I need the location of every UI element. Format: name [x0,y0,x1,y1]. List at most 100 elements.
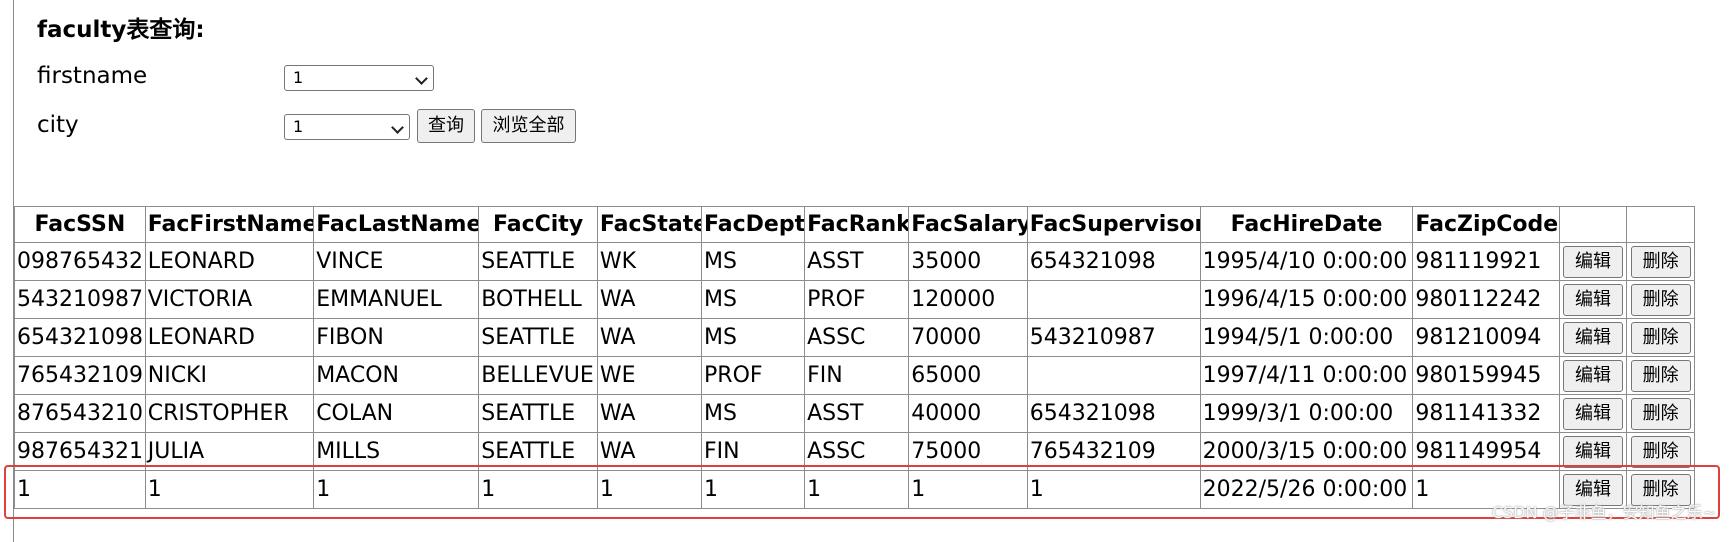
edit-button[interactable]: 编辑 [1562,245,1623,278]
chevron-down-icon [415,72,428,85]
cell-facfirstname: CRISTOPHER [144,394,315,433]
header-facfirstname: FacFirstName [144,206,315,243]
cell-faczipcode: 981141332 [1412,394,1560,433]
edit-button[interactable]: 编辑 [1562,283,1623,316]
cell-facsalary: 120000 [908,280,1028,319]
header-fachiredate: FacHireDate [1199,206,1414,243]
cell-fachiredate: 1997/4/11 0:00:00 [1199,356,1414,395]
delete-button[interactable]: 删除 [1630,435,1691,468]
edit-button[interactable]: 编辑 [1562,397,1623,430]
firstname-label: firstname [37,63,148,89]
header-edit-column [1558,206,1628,243]
table-row: 098765432 LEONARD VINCE SEATTLE WK MS ASST 3500… [14,242,1695,281]
cell-facssn: 876543210 [14,394,146,433]
cell-facsupervisor [1026,356,1201,395]
cell-facdept: MS [701,318,806,357]
table-row: 543210987 VICTORIA EMMANUEL BOTHELL WA MS PROF… [14,280,1695,319]
cell-faczipcode: 980112242 [1412,280,1560,319]
cell-faclastname: VINCE [313,242,480,281]
cell-facdept: MS [701,280,806,319]
faculty-table: FacSSN FacFirstName FacLastName FacCity … [14,206,1695,509]
cell-facdept: PROF [701,356,806,395]
cell-faccity: BELLEVUE [478,356,598,395]
cell-faczipcode: 981210094 [1412,318,1560,357]
cell-faclastname: MACON [313,356,480,395]
cell-facssn: 765432109 [14,356,146,395]
cell-facfirstname: LEONARD [144,318,315,357]
table-row: 987654321 JULIA MILLS SEATTLE WA FIN ASSC 75000… [14,432,1695,471]
cell-facfirstname: LEONARD [144,242,315,281]
cell-facsupervisor: 654321098 [1026,242,1201,281]
cell-delete: 删除 [1626,432,1695,471]
cell-faccity: SEATTLE [478,318,598,357]
header-facsalary: FacSalary [908,206,1028,243]
cell-facstate: WA [596,318,703,357]
cell-fachiredate: 2022/5/26 0:00:00 [1199,470,1414,509]
cell-facstate: WA [596,432,703,471]
cell-facrank: ASST [804,242,910,281]
cell-facrank: FIN [804,356,910,395]
cell-edit: 编辑 [1558,242,1628,281]
cell-facfirstname: 1 [144,470,315,509]
header-facsupervisor: FacSupervisor [1026,206,1201,243]
header-delete-column [1626,206,1695,243]
delete-button[interactable]: 删除 [1630,397,1691,430]
cell-facfirstname: JULIA [144,432,315,471]
table-row: 765432109 NICKI MACON BELLEVUE WE PROF FIN 6500… [14,356,1695,395]
cell-facdept: MS [701,242,806,281]
delete-button[interactable]: 删除 [1630,321,1691,354]
cell-faclastname: 1 [313,470,480,509]
cell-delete: 删除 [1626,242,1695,281]
cell-facsupervisor [1026,280,1201,319]
cell-facstate: WA [596,280,703,319]
table-row: 654321098 LEONARD FIBON SEATTLE WA MS ASSC 7000… [14,318,1695,357]
cell-faccity: SEATTLE [478,432,598,471]
cell-edit: 编辑 [1558,432,1628,471]
cell-facsupervisor: 543210987 [1026,318,1201,357]
delete-button[interactable]: 删除 [1630,283,1691,316]
cell-faclastname: COLAN [313,394,480,433]
page-title: faculty表查询: [37,17,205,43]
cell-facfirstname: NICKI [144,356,315,395]
cell-facrank: ASSC [804,318,910,357]
cell-edit: 编辑 [1558,318,1628,357]
cell-facsalary: 65000 [908,356,1028,395]
cell-facssn: 654321098 [14,318,146,357]
cell-facdept: FIN [701,432,806,471]
cell-fachiredate: 1994/5/1 0:00:00 [1199,318,1414,357]
city-label: city [37,112,79,138]
browse-all-button[interactable]: 浏览全部 [481,109,576,143]
edit-button[interactable]: 编辑 [1562,321,1623,354]
table-header-row: FacSSN FacFirstName FacLastName FacCity … [14,206,1695,243]
header-facstate: FacState [596,206,703,243]
cell-facsupervisor: 654321098 [1026,394,1201,433]
cell-facsalary: 75000 [908,432,1028,471]
firstname-select[interactable]: 1 [284,65,434,91]
header-faccity: FacCity [478,206,598,243]
delete-button[interactable]: 删除 [1630,359,1691,392]
cell-fachiredate: 1999/3/1 0:00:00 [1199,394,1414,433]
cell-delete: 删除 [1626,280,1695,319]
delete-button[interactable]: 删除 [1630,245,1691,278]
edit-button[interactable]: 编辑 [1562,435,1623,468]
header-facrank: FacRank [804,206,910,243]
cell-facssn: 098765432 [14,242,146,281]
city-select[interactable]: 1 [284,114,410,140]
cell-faclastname: MILLS [313,432,480,471]
cell-facrank: ASSC [804,432,910,471]
cell-facstate: 1 [596,470,703,509]
cell-facrank: ASST [804,394,910,433]
cell-fachiredate: 1995/4/10 0:00:00 [1199,242,1414,281]
cell-delete: 删除 [1626,356,1695,395]
cell-facfirstname: VICTORIA [144,280,315,319]
cell-facsalary: 1 [908,470,1028,509]
firstname-select-value: 1 [293,68,304,87]
cell-facdept: MS [701,394,806,433]
cell-faclastname: FIBON [313,318,480,357]
cell-faclastname: EMMANUEL [313,280,480,319]
query-button[interactable]: 查询 [417,109,475,143]
cell-facssn: 1 [14,470,146,509]
cell-facstate: WK [596,242,703,281]
cell-facsalary: 40000 [908,394,1028,433]
edit-button[interactable]: 编辑 [1562,359,1623,392]
